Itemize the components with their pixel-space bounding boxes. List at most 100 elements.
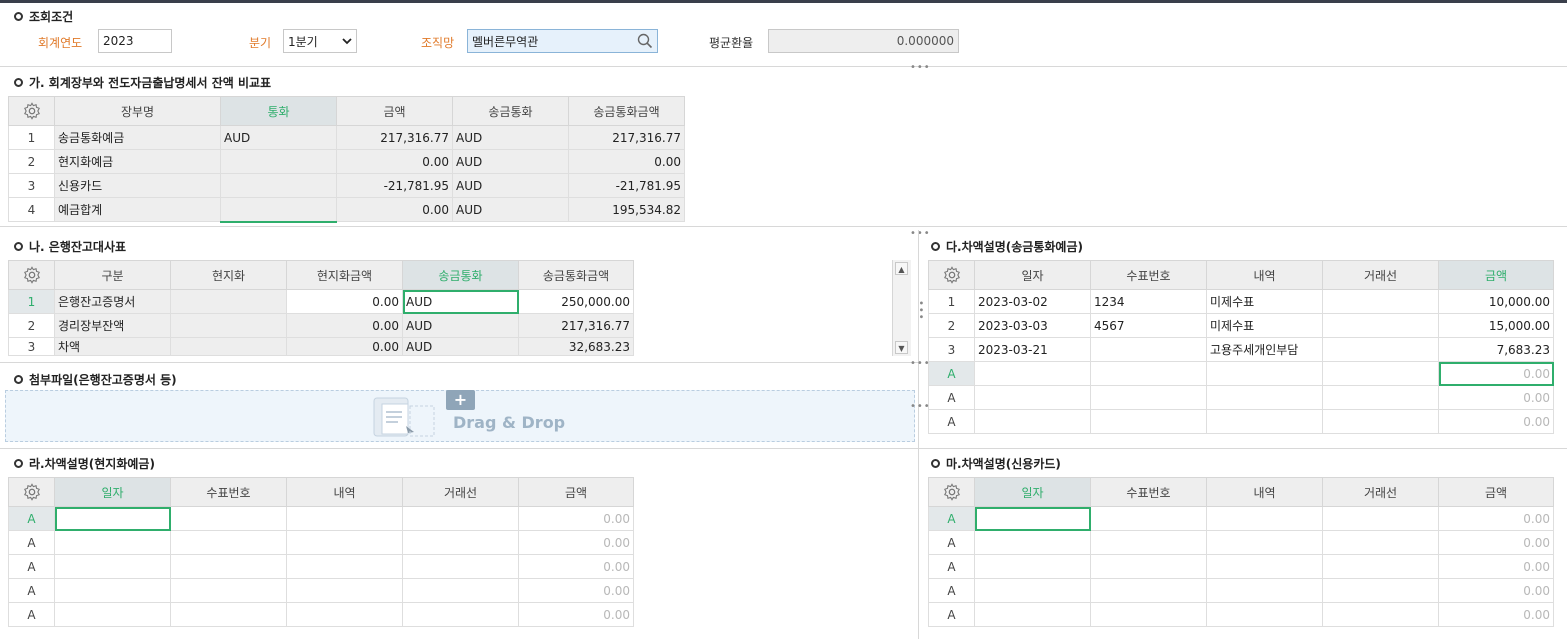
cell-check-number[interactable]: 4567 [1090,313,1207,338]
cell-date[interactable] [974,385,1091,410]
col-header-partner[interactable]: 거래선 [402,477,519,507]
cell-check-number[interactable] [1090,385,1207,410]
col-header-remit-currency[interactable]: 송금통화 [402,260,519,290]
cell-partner[interactable] [1322,602,1439,627]
cell-amount[interactable]: 0.00 [1438,506,1554,531]
cell-amount[interactable]: 10,000.00 [1438,289,1554,314]
table-row[interactable]: A 0.00 [8,530,634,555]
cell-amount[interactable]: 0.00 [1438,602,1554,627]
cell-date[interactable] [974,554,1091,579]
cell-partner[interactable] [1322,385,1439,410]
resize-handle[interactable]: ••• [910,401,931,412]
gear-icon[interactable] [943,483,961,501]
col-header-description[interactable]: 내역 [286,477,403,507]
cell-partner[interactable] [1322,337,1439,362]
cell-description[interactable] [286,602,403,627]
scroll-down-icon[interactable]: ▼ [895,341,908,354]
table-row[interactable]: 1 은행잔고증명서 0.00 AUD 250,000.00 [8,289,634,314]
cell-date[interactable] [974,361,1091,386]
table-row[interactable]: A 0.00 [928,530,1554,555]
grid-settings-button[interactable] [928,477,975,507]
col-header-remit-amount[interactable]: 송금통화금액 [568,96,685,126]
cell-partner[interactable] [1322,506,1439,531]
cell-check-number[interactable] [1090,409,1207,434]
col-header-amount[interactable]: 금액 [1438,477,1554,507]
cell-partner[interactable] [402,578,519,603]
table-row[interactable]: A 0.00 [928,554,1554,579]
table-row[interactable]: 2 경리장부잔액 0.00 AUD 217,316.77 [8,313,634,338]
cell-check-number[interactable] [170,506,287,531]
add-file-button[interactable]: + [446,390,475,410]
cell-remit-currency[interactable]: AUD [402,289,519,314]
gear-icon[interactable] [943,266,961,284]
gear-icon[interactable] [23,483,41,501]
resize-handle[interactable]: ••• [910,62,931,73]
table-row[interactable]: A 0.00 [928,506,1554,531]
col-header-partner[interactable]: 거래선 [1322,260,1439,290]
cell-partner[interactable] [402,602,519,627]
gear-icon[interactable] [23,102,41,120]
cell-check-number[interactable] [1090,554,1207,579]
grid-settings-button[interactable] [8,96,55,126]
cell-partner[interactable] [402,530,519,555]
col-header-local[interactable]: 현지화 [170,260,287,290]
col-header-date[interactable]: 일자 [54,477,171,507]
col-header-date[interactable]: 일자 [974,477,1091,507]
cell-check-number[interactable] [1090,602,1207,627]
cell-description[interactable] [1206,361,1323,386]
cell-description[interactable] [286,554,403,579]
cell-date[interactable] [54,602,171,627]
cell-description[interactable] [1206,506,1323,531]
cell-description[interactable] [1206,602,1323,627]
cell-date[interactable] [974,602,1091,627]
col-header-category[interactable]: 구분 [54,260,171,290]
cell-date[interactable] [54,554,171,579]
col-header-remit-amount[interactable]: 송금통화금액 [518,260,634,290]
cell-amount[interactable]: 0.00 [1438,530,1554,555]
col-header-date[interactable]: 일자 [974,260,1091,290]
cell-amount[interactable]: 0.00 [518,506,634,531]
cell-amount[interactable]: 0.00 [518,554,634,579]
cell-check-number[interactable] [170,554,287,579]
cell-description[interactable] [286,530,403,555]
cell-check-number[interactable] [1090,337,1207,362]
table-row[interactable]: 3 신용카드 -21,781.95 AUD -21,781.95 [8,173,685,198]
cell-description[interactable] [1206,554,1323,579]
cell-amount[interactable]: 0.00 [1438,554,1554,579]
grid-settings-button[interactable] [8,260,55,290]
cell-check-number[interactable] [1090,530,1207,555]
table-row[interactable]: A 0.00 [928,578,1554,603]
cell-partner[interactable] [1322,554,1439,579]
cell-partner[interactable] [1322,530,1439,555]
cell-description[interactable] [1206,385,1323,410]
cell-description[interactable]: 미제수표 [1206,289,1323,314]
cell-description[interactable] [1206,578,1323,603]
table-row[interactable]: A 0.00 [928,602,1554,627]
cell-partner[interactable] [1322,313,1439,338]
cell-amount[interactable]: 15,000.00 [1438,313,1554,338]
cell-description[interactable] [286,506,403,531]
table-row[interactable]: A 0.00 [928,385,1554,410]
table-row[interactable]: 2 현지화예금 0.00 AUD 0.00 [8,149,685,174]
cell-description[interactable] [286,578,403,603]
col-header-description[interactable]: 내역 [1206,260,1323,290]
cell-check-number[interactable] [170,578,287,603]
cell-check-number[interactable] [1090,578,1207,603]
col-header-check-number[interactable]: 수표번호 [1090,477,1207,507]
resize-handle[interactable]: ••• [910,228,931,239]
grid-settings-button[interactable] [928,260,975,290]
cell-description[interactable] [1206,409,1323,434]
cell-date[interactable] [54,506,171,531]
cell-amount[interactable]: 0.00 [1438,361,1554,386]
col-header-currency[interactable]: 통화 [220,96,337,126]
cell-partner[interactable] [402,554,519,579]
search-icon[interactable] [637,33,653,49]
cell-partner[interactable] [1322,409,1439,434]
cell-check-number[interactable] [170,530,287,555]
resize-handle[interactable]: ••• [915,300,926,321]
cell-amount[interactable]: 0.00 [1438,409,1554,434]
resize-handle[interactable]: ••• [910,358,931,369]
fiscal-year-input[interactable]: 2023 [98,29,172,53]
scroll-up-icon[interactable]: ▲ [895,262,908,275]
gear-icon[interactable] [23,266,41,284]
